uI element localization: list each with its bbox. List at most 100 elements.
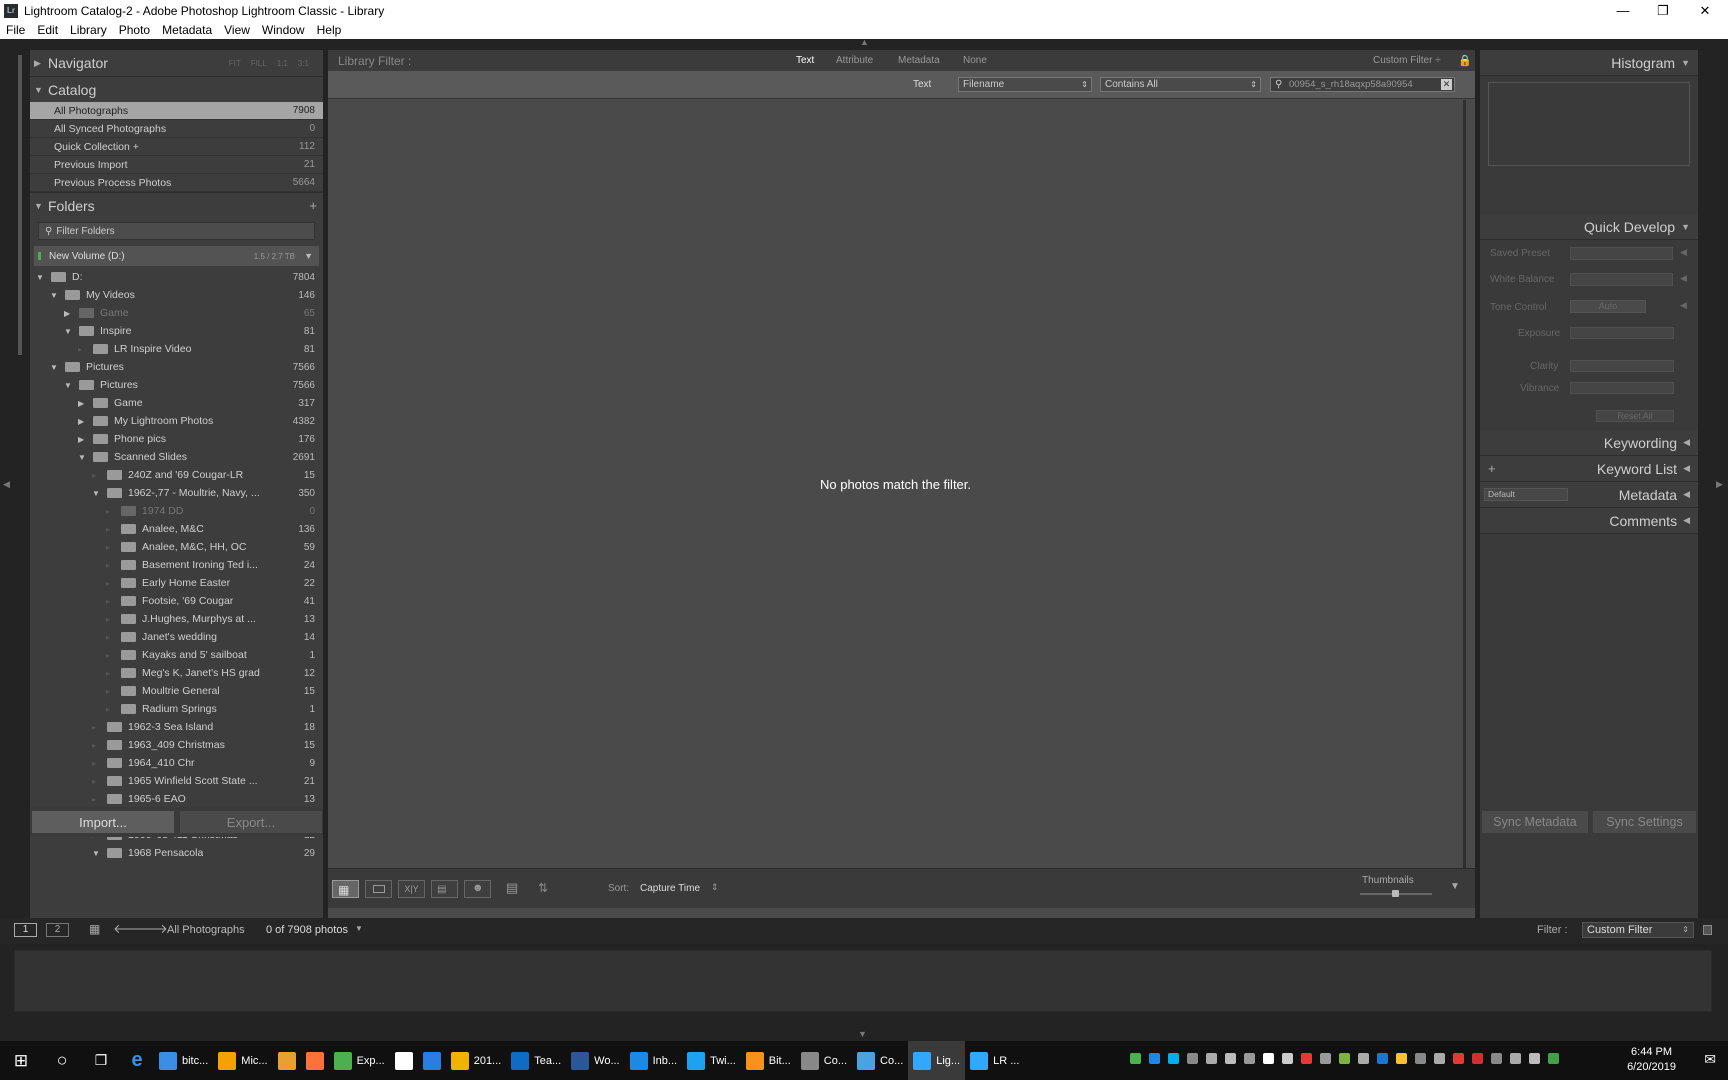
filmstrip-source[interactable]: All Photographs (167, 924, 245, 936)
expand-arrow-icon[interactable]: ◀ (1680, 247, 1687, 258)
text-search-field[interactable]: ⚲ 00954_s_rh18aqxp58a90954 ✕ (1270, 77, 1455, 92)
folder-row[interactable]: ▸ 240Z and '69 Cougar-LR 15 (30, 466, 323, 484)
toolbar-menu-icon[interactable]: ▼ (1450, 881, 1460, 892)
collapse-arrow-icon[interactable]: ▼ (78, 453, 88, 462)
catalog-item-quick-collection[interactable]: Quick Collection + 112 (30, 138, 323, 156)
catalog-item-synced[interactable]: All Synced Photographs 0 (30, 120, 323, 138)
collapse-arrow-icon[interactable]: ▼ (36, 273, 46, 282)
folder-row[interactable]: ▶ Game 317 (30, 394, 323, 412)
taskbar-app-button[interactable]: Co... (852, 1041, 908, 1080)
keywording-header[interactable]: Keywording ◀ (1480, 430, 1698, 456)
network-icon[interactable] (1244, 1053, 1255, 1064)
folder-row[interactable]: ▸ 1962-3 Sea Island 18 (30, 718, 323, 736)
zoom-fit[interactable]: FIT (229, 59, 241, 68)
catalog-item-previous-import[interactable]: Previous Import 21 (30, 156, 323, 174)
compare-view-button[interactable]: X|Y (398, 880, 425, 898)
collapse-arrow-icon[interactable]: ▼ (50, 291, 60, 300)
folder-row[interactable]: ▼ Pictures 7566 (30, 376, 323, 394)
sync-icon[interactable] (1377, 1053, 1388, 1064)
folder-row[interactable]: ▸ 1965 Winfield Scott State ... 21 (30, 772, 323, 790)
folder-row[interactable]: ▸ Meg's K, Janet's HS grad 12 (30, 664, 323, 682)
folder-row[interactable]: ▸ J.Hughes, Murphys at ... 13 (30, 610, 323, 628)
grid-scrollbar[interactable] (1463, 100, 1466, 868)
menu-library[interactable]: Library (64, 23, 113, 37)
export-button[interactable]: Export... (180, 811, 322, 833)
antivirus-icon[interactable] (1472, 1053, 1483, 1064)
bottom-panel-toggle-icon[interactable]: ▼ (858, 1029, 867, 1039)
histogram-header[interactable]: Histogram ▼ (1480, 50, 1698, 76)
thumbnail-size-slider[interactable] (1360, 890, 1432, 897)
collapse-arrow-icon[interactable]: ▼ (92, 849, 102, 858)
menu-help[interactable]: Help (311, 23, 348, 37)
quick-develop-header[interactable]: Quick Develop ▼ (1480, 214, 1698, 240)
add-folder-icon[interactable]: + (309, 198, 317, 213)
lock-icon[interactable]: 🔒 (1458, 54, 1472, 67)
filmstrip-photo-count[interactable]: 0 of 7908 photos (266, 924, 348, 936)
expand-arrow-icon[interactable]: ▶ (78, 399, 88, 408)
auto-tone-button[interactable]: Auto (1570, 300, 1646, 313)
folder-row[interactable]: ▸ 1974 DD 0 (30, 502, 323, 520)
menu-metadata[interactable]: Metadata (156, 23, 218, 37)
expand-arrow-icon[interactable]: ▶ (78, 417, 88, 426)
filter-tab-attribute[interactable]: Attribute (836, 55, 873, 66)
spray-can-icon[interactable]: ▤ (506, 880, 518, 896)
security-icon[interactable] (1301, 1053, 1312, 1064)
right-panel-toggle-icon[interactable]: ▶ (1716, 479, 1723, 490)
system-clock[interactable]: 6:44 PM 6/20/2019 (1627, 1045, 1676, 1075)
people-view-button[interactable]: ☻ (464, 880, 491, 898)
left-panel-scrollbar[interactable] (18, 55, 22, 355)
folders-header[interactable]: ▼ Folders + (30, 192, 323, 218)
import-button[interactable]: Import... (32, 811, 174, 833)
folder-row[interactable]: ▶ My Lightroom Photos 4382 (30, 412, 323, 430)
taskbar-app-button[interactable] (273, 1041, 301, 1080)
vibrance-stepper[interactable] (1570, 382, 1674, 394)
display-icon[interactable] (1358, 1053, 1369, 1064)
taskbar-app-button[interactable]: Twi... (682, 1041, 741, 1080)
grid-view[interactable]: No photos match the filter. (328, 100, 1463, 868)
folder-row[interactable]: ▸ 1963_409 Christmas 15 (30, 736, 323, 754)
source-menu-icon[interactable]: ▼ (355, 924, 363, 933)
sort-direction-icon[interactable]: ⇅ (538, 881, 548, 895)
catalog-item-all-photographs[interactable]: All Photographs 7908 (30, 102, 323, 120)
keyword-list-header[interactable]: + Keyword List ◀ (1480, 456, 1698, 482)
folder-row[interactable]: ▸ LR Inspire Video 81 (30, 340, 323, 358)
cloud-icon[interactable] (1130, 1053, 1141, 1064)
clarity-stepper[interactable] (1570, 360, 1674, 372)
left-panel-toggle-icon[interactable]: ◀ (3, 479, 10, 490)
backup-icon[interactable] (1339, 1053, 1350, 1064)
volume-menu-icon[interactable]: ▼ (304, 251, 313, 261)
filter-preset-dropdown[interactable]: Custom Filter ÷ (1373, 55, 1441, 66)
folder-row[interactable]: ▸ 1964_410 Chr 9 (30, 754, 323, 772)
expand-arrow-icon[interactable]: ◀ (1680, 300, 1687, 311)
skype-icon[interactable] (1168, 1053, 1179, 1064)
expand-arrow-icon[interactable]: ▶ (78, 435, 88, 444)
menu-photo[interactable]: Photo (113, 23, 156, 37)
start-button[interactable]: ⊞ (0, 1041, 42, 1080)
folder-row[interactable]: ▸ Footsie, '69 Cougar 41 (30, 592, 323, 610)
forward-arrow-icon[interactable]: 🡒 (133, 921, 168, 937)
maximize-icon[interactable]: ❐ (1640, 0, 1686, 21)
updates-icon[interactable] (1396, 1053, 1407, 1064)
taskbar-app-button[interactable]: Inb... (625, 1041, 682, 1080)
sort-dropdown-arrow-icon[interactable]: ⇕ (711, 882, 719, 893)
folder-row[interactable]: ▸ Janet's wedding 14 (30, 628, 323, 646)
action-center-icon[interactable]: ✉ (1704, 1051, 1716, 1068)
edge-browser-icon[interactable]: e (120, 1041, 154, 1080)
filter-folders-field[interactable]: ⚲ Filter Folders (38, 222, 315, 240)
sync-settings-button[interactable]: Sync Settings (1593, 811, 1696, 833)
folder-row[interactable]: ▶ Game 65 (30, 304, 323, 322)
clear-search-icon[interactable]: ✕ (1441, 79, 1452, 90)
folder-row[interactable]: ▼ 1962-,77 - Moultrie, Navy, ... 350 (30, 484, 323, 502)
taskbar-app-button[interactable] (390, 1041, 418, 1080)
taskbar-app-button[interactable] (418, 1041, 446, 1080)
menu-view[interactable]: View (218, 23, 256, 37)
folder-row[interactable]: ▸ Analee, M&C 136 (30, 520, 323, 538)
filter-tab-metadata[interactable]: Metadata (898, 55, 940, 66)
navigator-header[interactable]: ▶ Navigator FIT FILL 1:1 3:1 (30, 50, 323, 76)
folder-row[interactable]: ▼ Scanned Slides 2691 (30, 448, 323, 466)
collapse-arrow-icon[interactable]: ▼ (92, 489, 102, 498)
collapse-arrow-icon[interactable]: ▼ (64, 381, 74, 390)
survey-view-button[interactable]: ▤ (431, 880, 458, 898)
metadata-header[interactable]: Default Metadata ◀ (1480, 482, 1698, 508)
bluetooth-icon[interactable] (1187, 1053, 1198, 1064)
